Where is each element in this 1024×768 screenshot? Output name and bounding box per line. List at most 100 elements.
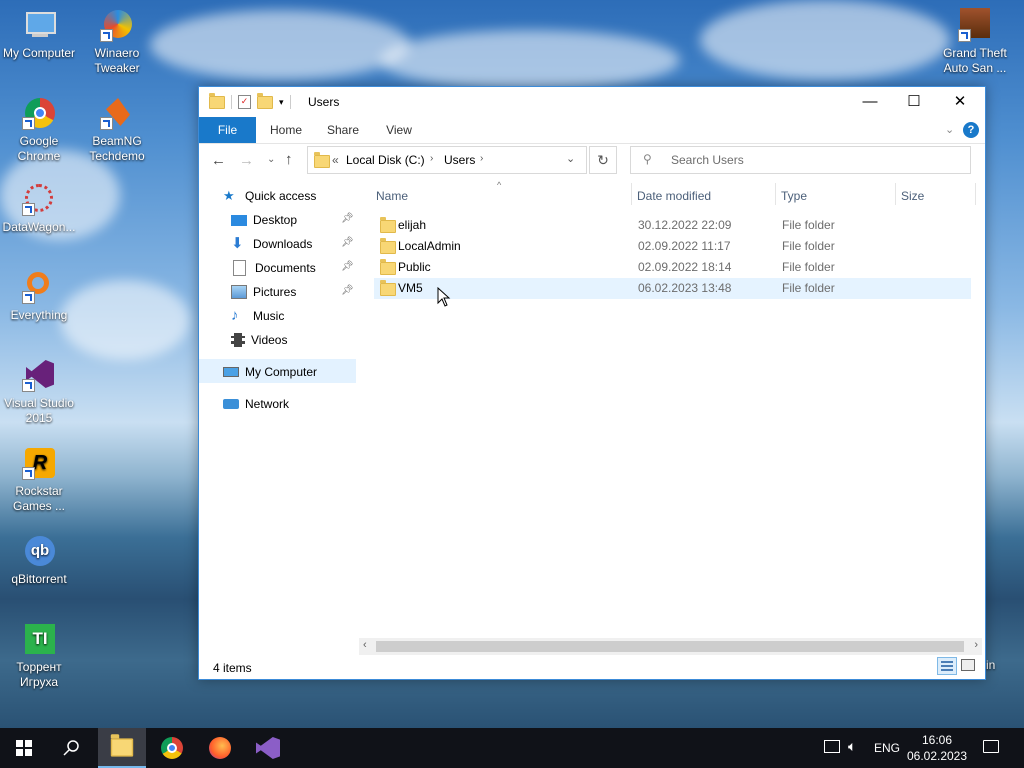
nav-label: Network <box>245 397 290 411</box>
desktop-icon-winaero[interactable]: Winaero Tweaker <box>78 8 156 76</box>
desktop-icon-datawagon[interactable]: DataWagon... <box>0 182 78 235</box>
chevron-down-icon[interactable]: ▾ <box>279 97 284 108</box>
table-row[interactable]: VM5 06.02.2023 13:48 File folder <box>374 278 971 299</box>
nav-downloads[interactable]: ⬇ Downloads <box>231 233 312 255</box>
nav-label: Quick access <box>245 189 317 203</box>
back-arrow-icon[interactable]: ← <box>211 152 226 169</box>
large-icons-view-icon[interactable] <box>961 659 975 671</box>
column-separator[interactable] <box>975 183 976 205</box>
address-bar[interactable]: « Local Disk (C:) › Users › ⌄ <box>307 146 587 174</box>
desktop-icon-everything[interactable]: Everything <box>0 270 78 323</box>
pin-icon[interactable]: 📌︎ <box>341 285 354 296</box>
chevron-right-icon[interactable]: › <box>480 153 483 164</box>
desktop-icon-label: qBittorrent <box>11 572 67 586</box>
ribbon-tabs: File Home Share View ⌄ ? <box>199 117 985 143</box>
chevron-right-icon[interactable]: › <box>430 153 433 164</box>
table-row[interactable]: Public 02.09.2022 18:14 File folder <box>374 257 1024 278</box>
pin-icon[interactable]: 📌︎ <box>341 261 354 272</box>
taskbar-chrome[interactable] <box>148 728 196 768</box>
network-icon <box>223 399 239 409</box>
table-row[interactable]: LocalAdmin 02.09.2022 11:17 File folder <box>374 236 1024 257</box>
nav-documents[interactable]: Documents <box>231 257 316 279</box>
pin-icon[interactable]: 📌︎ <box>341 213 354 224</box>
row-date: 30.12.2022 22:09 <box>638 218 732 232</box>
address-overflow[interactable]: « <box>332 153 339 167</box>
taskbar-visual-studio[interactable] <box>244 728 292 768</box>
download-arrow-icon: ⬇ <box>231 235 244 252</box>
pin-icon[interactable]: 📌︎ <box>341 237 354 248</box>
desktop-icon-visual-studio[interactable]: Visual Studio 2015 <box>0 358 78 426</box>
column-header-type[interactable]: Type <box>781 189 807 203</box>
row-name: elijah <box>398 218 427 232</box>
tab-file[interactable]: File <box>199 117 256 143</box>
search-input[interactable]: ⚲ Search Users <box>630 146 971 174</box>
nav-network[interactable]: Network <box>223 393 289 415</box>
nav-quick-access[interactable]: ★ Quick access <box>223 185 316 207</box>
properties-icon[interactable]: ✓ <box>238 95 251 109</box>
search-placeholder: Search Users <box>671 153 744 167</box>
ribbon-expand-icon[interactable]: ⌄ <box>945 123 954 136</box>
nav-my-computer[interactable]: My Computer <box>223 361 317 383</box>
network-icon[interactable] <box>824 740 840 753</box>
divider <box>231 95 232 109</box>
scroll-left-icon[interactable]: ‹ <box>363 639 367 651</box>
nav-videos[interactable]: Videos <box>231 329 287 351</box>
tab-share[interactable]: Share <box>319 117 367 143</box>
nav-music[interactable]: ♪ Music <box>231 305 284 327</box>
nav-desktop[interactable]: Desktop <box>231 209 297 231</box>
column-separator[interactable] <box>775 183 776 205</box>
search-button[interactable] <box>48 728 96 768</box>
refresh-icon[interactable]: ↻ <box>589 146 617 174</box>
desktop-icon-gta-san[interactable]: Grand Theft Auto San ... <box>936 8 1014 76</box>
horizontal-scrollbar[interactable]: ‹ › <box>359 638 982 655</box>
taskbar-firefox[interactable] <box>196 728 244 768</box>
title-bar[interactable]: ✓ ▾ Users — ☐ ✕ <box>199 87 985 117</box>
start-button[interactable] <box>0 728 48 768</box>
desktop-icon-rockstar[interactable]: R Rockstar Games ... <box>0 446 78 514</box>
minimize-button[interactable]: — <box>847 87 893 117</box>
desktop-icon <box>231 214 247 226</box>
clock[interactable]: 16:06 06.02.2023 <box>906 732 968 764</box>
desktop-icon-my-computer[interactable]: My Computer <box>0 8 78 61</box>
volume-icon[interactable]: 🔈︎ <box>848 738 856 755</box>
details-view-icon[interactable] <box>937 657 957 675</box>
taskbar-file-explorer[interactable] <box>98 728 146 768</box>
help-icon[interactable]: ? <box>963 122 979 138</box>
column-header-name[interactable]: Name <box>376 189 408 203</box>
datawagon-icon <box>22 182 56 216</box>
nav-label: Documents <box>255 261 316 275</box>
nav-pictures[interactable]: Pictures <box>231 281 296 303</box>
column-separator[interactable] <box>631 183 632 205</box>
forward-arrow-icon[interactable]: → <box>239 152 254 169</box>
maximize-button[interactable]: ☐ <box>891 87 937 117</box>
desktop-icon-qbittorrent[interactable]: qb qBittorrent <box>0 534 78 587</box>
nav-label: Videos <box>251 333 288 347</box>
new-folder-icon[interactable] <box>257 92 273 109</box>
mouse-cursor-icon <box>437 287 451 307</box>
notifications-icon[interactable] <box>983 740 999 753</box>
row-date: 06.02.2023 13:48 <box>638 281 732 295</box>
document-icon <box>233 260 246 276</box>
visual-studio-icon <box>22 358 56 392</box>
recent-locations-icon[interactable]: ⌄ <box>267 154 275 165</box>
tab-view[interactable]: View <box>375 117 423 143</box>
explorer-window: ✓ ▾ Users — ☐ ✕ File Home Share View ⌄ ?… <box>198 86 986 680</box>
column-header-size[interactable]: Size <box>901 189 924 203</box>
column-header-date[interactable]: Date modified <box>637 189 711 203</box>
address-segment-users[interactable]: Users <box>444 153 475 167</box>
folder-icon <box>380 280 396 296</box>
tab-home[interactable]: Home <box>261 117 311 143</box>
desktop-icon-label: Grand Theft Auto San ... <box>943 46 1007 75</box>
address-dropdown-icon[interactable]: ⌄ <box>566 152 575 165</box>
desktop-icon-chrome[interactable]: Google Chrome <box>0 96 78 164</box>
scroll-right-icon[interactable]: › <box>974 639 978 651</box>
desktop-icon-torrent-igruha[interactable]: TI Торрент Игруха <box>0 622 78 690</box>
language-indicator[interactable]: ENG <box>874 741 900 755</box>
up-arrow-icon[interactable]: ↑ <box>285 151 293 168</box>
column-separator[interactable] <box>895 183 896 205</box>
desktop-icon-beamng[interactable]: BeamNG Techdemo <box>78 96 156 164</box>
scrollbar-thumb[interactable] <box>376 641 964 652</box>
table-row[interactable]: elijah 30.12.2022 22:09 File folder <box>374 215 1024 236</box>
address-segment-local-disk[interactable]: Local Disk (C:) <box>346 153 425 167</box>
close-button[interactable]: ✕ <box>937 87 983 117</box>
